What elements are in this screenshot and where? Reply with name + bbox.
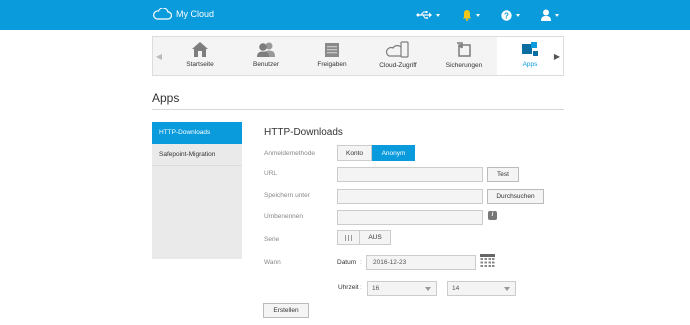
minute-value: 14 <box>452 285 460 292</box>
login-option-konto[interactable]: Konto <box>337 145 372 161</box>
date-label: Datum <box>337 259 357 266</box>
user-icon <box>541 9 551 21</box>
url-input[interactable] <box>337 167 483 182</box>
chevron-left-icon: ◀ <box>155 51 163 61</box>
time-separator: : <box>360 284 362 291</box>
cloud-icon <box>153 8 172 20</box>
usb-icon <box>416 11 432 19</box>
folder-icon <box>325 43 339 57</box>
main-nav: ◀ Startseite Benutzer Freigaben Cloud-Zu… <box>152 36 564 76</box>
nav-item-cloud-zugriff[interactable]: Cloud-Zugriff <box>365 37 431 75</box>
cloud-device-icon <box>386 41 409 58</box>
info-icon[interactable]: i <box>488 211 497 220</box>
test-button[interactable]: Test <box>487 167 519 182</box>
chevron-down-icon <box>504 287 510 291</box>
hour-value: 16 <box>372 285 380 292</box>
sidebar-item-safepoint-migration[interactable]: Safepoint-Migration <box>152 144 242 166</box>
save-to-label: Speichern unter <box>264 192 310 199</box>
app-title: My Cloud <box>176 9 215 19</box>
nav-item-label: Sicherungen <box>445 62 483 69</box>
rename-label: Umbenennen <box>264 213 304 220</box>
help-icon: ? <box>501 9 512 21</box>
backup-icon <box>457 42 471 57</box>
help-menu[interactable]: ? <box>501 7 520 23</box>
user-menu[interactable] <box>541 7 559 23</box>
rename-input[interactable] <box>337 210 483 225</box>
chevron-right-icon: ▶ <box>553 51 561 61</box>
nav-item-freigaben[interactable]: Freigaben <box>299 37 365 75</box>
time-label: Uhrzeit <box>338 284 359 291</box>
save-to-input[interactable] <box>337 189 483 204</box>
date-input[interactable]: 2016-12-23 <box>366 255 476 270</box>
nav-item-label: Freigaben <box>317 61 347 68</box>
chevron-down-icon <box>516 13 520 17</box>
nav-item-sicherungen[interactable]: Sicherungen <box>431 37 497 75</box>
divider <box>152 109 564 110</box>
nav-item-benutzer[interactable]: Benutzer <box>233 37 299 75</box>
browse-button[interactable]: Durchsuchen <box>487 189 544 204</box>
logo[interactable]: My Cloud <box>152 8 214 20</box>
top-bar: My Cloud ? <box>0 0 690 30</box>
nav-scroll-right[interactable]: ▶ <box>551 37 563 75</box>
nav-item-label: Benutzer <box>252 61 280 68</box>
toggle-grip-icon <box>338 231 360 244</box>
notifications-menu[interactable] <box>462 7 480 23</box>
sidebar-item-http-downloads[interactable]: HTTP-Downloads <box>152 122 242 144</box>
nav-item-startseite[interactable]: Startseite <box>167 37 233 75</box>
create-button[interactable]: Erstellen <box>263 303 309 318</box>
chevron-down-icon <box>555 13 559 17</box>
nav-item-label: Cloud-Zugriff <box>379 62 417 69</box>
when-label: Wann <box>264 259 281 266</box>
chevron-down-icon <box>476 13 480 17</box>
minute-select[interactable]: 14 <box>447 281 516 296</box>
bell-icon <box>463 10 471 21</box>
home-icon <box>192 42 208 57</box>
calendar-icon[interactable] <box>480 254 495 268</box>
svg-text:?: ? <box>504 11 509 20</box>
hour-select[interactable]: 16 <box>367 281 437 296</box>
series-label: Serie <box>264 236 280 243</box>
page-title: Apps <box>152 91 180 105</box>
section-title: HTTP-Downloads <box>264 127 343 138</box>
date-separator: : <box>360 259 362 266</box>
users-icon <box>257 42 275 57</box>
login-option-anonym[interactable]: Anonym <box>372 145 415 161</box>
apps-icon <box>522 42 538 56</box>
sidebar: HTTP-Downloads Safepoint-Migration <box>152 122 242 259</box>
url-label: URL <box>264 170 278 177</box>
chevron-down-icon <box>425 287 431 291</box>
login-method-label: Anmeldemethode <box>264 150 315 157</box>
series-state: AUS <box>368 234 382 241</box>
nav-item-label: Startseite <box>186 61 214 68</box>
usb-menu[interactable] <box>416 7 440 23</box>
nav-scroll-left[interactable]: ◀ <box>153 37 165 75</box>
nav-item-label: Apps <box>522 61 538 68</box>
chevron-down-icon <box>436 13 440 17</box>
series-toggle[interactable]: AUS <box>337 230 391 245</box>
